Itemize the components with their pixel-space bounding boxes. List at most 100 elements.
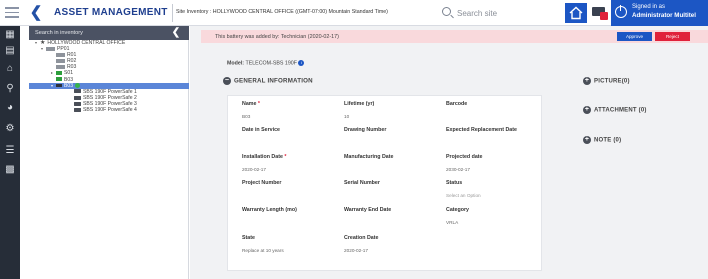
site-search[interactable] [440, 6, 540, 20]
search-icon[interactable]: ⚲ [3, 82, 17, 96]
collapse-panel-icon[interactable]: ❮ [170, 27, 182, 39]
field-project-number[interactable]: Project Number [242, 180, 281, 193]
tree-node-label: R02 [67, 58, 77, 65]
field-lifetime-yr[interactable]: Lifetime (yr) 10 [344, 101, 374, 119]
tree-node-label: B03 [64, 76, 74, 83]
app-title: ASSET MANAGEMENT [54, 7, 168, 18]
tree-node-label: SBS 190F PowerSafe 3 [83, 100, 137, 107]
calculator-icon[interactable]: ▩ [3, 163, 17, 177]
user-menu[interactable]: Signed in as Administrator Multitel [611, 0, 708, 26]
info-icon[interactable]: i [298, 60, 305, 66]
alarm-badge [600, 12, 608, 20]
field-label: Creation Date [344, 235, 379, 241]
section-title: GENERAL INFORMATION [234, 77, 313, 85]
equipment-icon [56, 83, 62, 88]
top-bar: ❮ ASSET MANAGEMENT Site Inventory : HOLL… [0, 0, 708, 26]
field-label: Project Number [242, 180, 282, 186]
inventory-tree: ▾ ★ HOLLYWOOD CENTRAL OFFICE ▾ PP01 R01 R02 R03… [29, 40, 189, 113]
document-icon[interactable]: ▤ [3, 44, 17, 58]
field-serial-number[interactable]: Serial Number [344, 180, 380, 193]
site-inventory-label: Site Inventory : HOLLYWOOD CENTRAL OFFIC… [176, 9, 388, 15]
field-manufacturing-date[interactable]: Manufacturing Date [344, 154, 393, 167]
header-divider [172, 4, 173, 22]
tree-node[interactable]: SBS 190F PowerSafe 4 [29, 107, 189, 113]
approval-message: This battery was added by: Technician (2… [215, 34, 339, 40]
model-label: Model: [227, 60, 245, 67]
equipment-icon [56, 65, 65, 69]
attachment-section-label: ATTACHMENT (0) [594, 107, 647, 114]
field-installation-date[interactable]: Installation Date * 2020-02-17 [242, 154, 286, 172]
picture-section[interactable]: + PICTURE(0) [583, 77, 630, 85]
attachment-section[interactable]: + ATTACHMENT (0) [583, 106, 647, 114]
sliders-icon[interactable]: ☰ [3, 144, 17, 158]
tree-node-label: R01 [67, 52, 77, 59]
field-status[interactable]: Status Select an Option [446, 180, 481, 198]
field-label: Lifetime (yr) [344, 101, 375, 107]
add-note-icon[interactable]: + [583, 136, 591, 144]
add-attachment-icon[interactable]: + [583, 106, 591, 114]
hamburger-menu-icon[interactable] [5, 7, 19, 19]
nav-rail: ▦ ▤ ⌂ ⚲ ◕ ⚙ ☰ ▩ [0, 26, 20, 279]
battery-icon [74, 107, 81, 112]
field-drawing-number[interactable]: Drawing Number [344, 127, 386, 140]
main-content: This battery was added by: Technician (2… [190, 26, 708, 279]
alarm-monitor-button[interactable] [588, 3, 610, 23]
home-icon [569, 6, 583, 20]
battery-icon [74, 95, 81, 100]
field-creation-date[interactable]: Creation Date 2020-02-17 [344, 235, 378, 253]
field-value: Select an Option [446, 193, 481, 198]
field-value: Replace at 10 years [242, 248, 284, 253]
equipment-icon [56, 77, 62, 81]
field-expected-replacement-date[interactable]: Expected Replacement Date [446, 127, 517, 140]
tree-node-label: S01 [64, 70, 74, 77]
field-date-in-service[interactable]: Date in Service [242, 127, 280, 140]
dashboard-icon[interactable]: ◕ [3, 101, 17, 115]
back-chevron-icon[interactable]: ❮ [27, 4, 45, 22]
required-marker: * [282, 154, 287, 160]
field-label: Status [446, 180, 463, 186]
note-section-label: NOTE (0) [594, 137, 622, 144]
field-warranty-end-date[interactable]: Warranty End Date [344, 207, 391, 220]
field-label: Serial Number [344, 180, 380, 186]
field-label: Date in Service [242, 127, 280, 133]
field-label: Category [446, 207, 469, 213]
power-icon[interactable] [615, 5, 627, 18]
sim-card-icon[interactable]: ▦ [3, 28, 17, 42]
field-name[interactable]: Name * B03 [242, 101, 260, 119]
approve-button[interactable]: Approve [617, 32, 652, 41]
field-category[interactable]: Category VRLA [446, 207, 469, 225]
field-barcode[interactable]: Barcode [446, 101, 467, 114]
tree-node-label: HOLLYWOOD CENTRAL OFFICE [47, 40, 126, 46]
inventory-search-label: Search in inventory [35, 30, 83, 36]
required-marker: * [256, 101, 260, 107]
field-label: Name * [242, 101, 260, 107]
signed-in-label: Signed in as [632, 4, 666, 10]
field-warranty-length-mo[interactable]: Warranty Length (mo) [242, 207, 297, 220]
home-button[interactable] [565, 3, 587, 23]
equipment-icon [46, 47, 55, 51]
tree-node-label: SBS 190F PowerSafe 1 [83, 88, 137, 95]
approval-banner: This battery was added by: Technician (2… [201, 30, 708, 43]
field-label: State [242, 235, 255, 241]
field-state[interactable]: State Replace at 10 years [242, 235, 284, 253]
battery-icon [74, 89, 81, 94]
inventory-search[interactable]: Search in inventory ❮ [29, 26, 189, 40]
collapse-section-icon[interactable]: − [223, 77, 231, 85]
add-picture-icon[interactable]: + [583, 77, 591, 85]
home-icon[interactable]: ⌂ [3, 62, 17, 76]
field-label: Expected Replacement Date [446, 127, 517, 133]
field-value: 2020-02-17 [242, 167, 266, 172]
note-section[interactable]: + NOTE (0) [583, 136, 621, 144]
reject-button[interactable]: Reject [655, 32, 690, 41]
field-label: Warranty Length (mo) [242, 207, 297, 213]
field-value: 2030-02-17 [446, 167, 470, 172]
search-site-input[interactable] [457, 6, 537, 20]
field-label: Projected date [446, 154, 483, 160]
field-label: Installation Date * [242, 154, 287, 160]
field-projected-date[interactable]: Projected date 2030-02-17 [446, 154, 483, 172]
user-settings-icon[interactable]: ⚙ [3, 122, 17, 136]
tree-node-label: SBS 190F PowerSafe 2 [83, 94, 137, 101]
general-information-header[interactable]: − GENERAL INFORMATION [223, 77, 313, 85]
model-line: Model: TELECOM-SBS 190F i [227, 60, 305, 67]
tree-node-label: PP01 [57, 46, 70, 53]
